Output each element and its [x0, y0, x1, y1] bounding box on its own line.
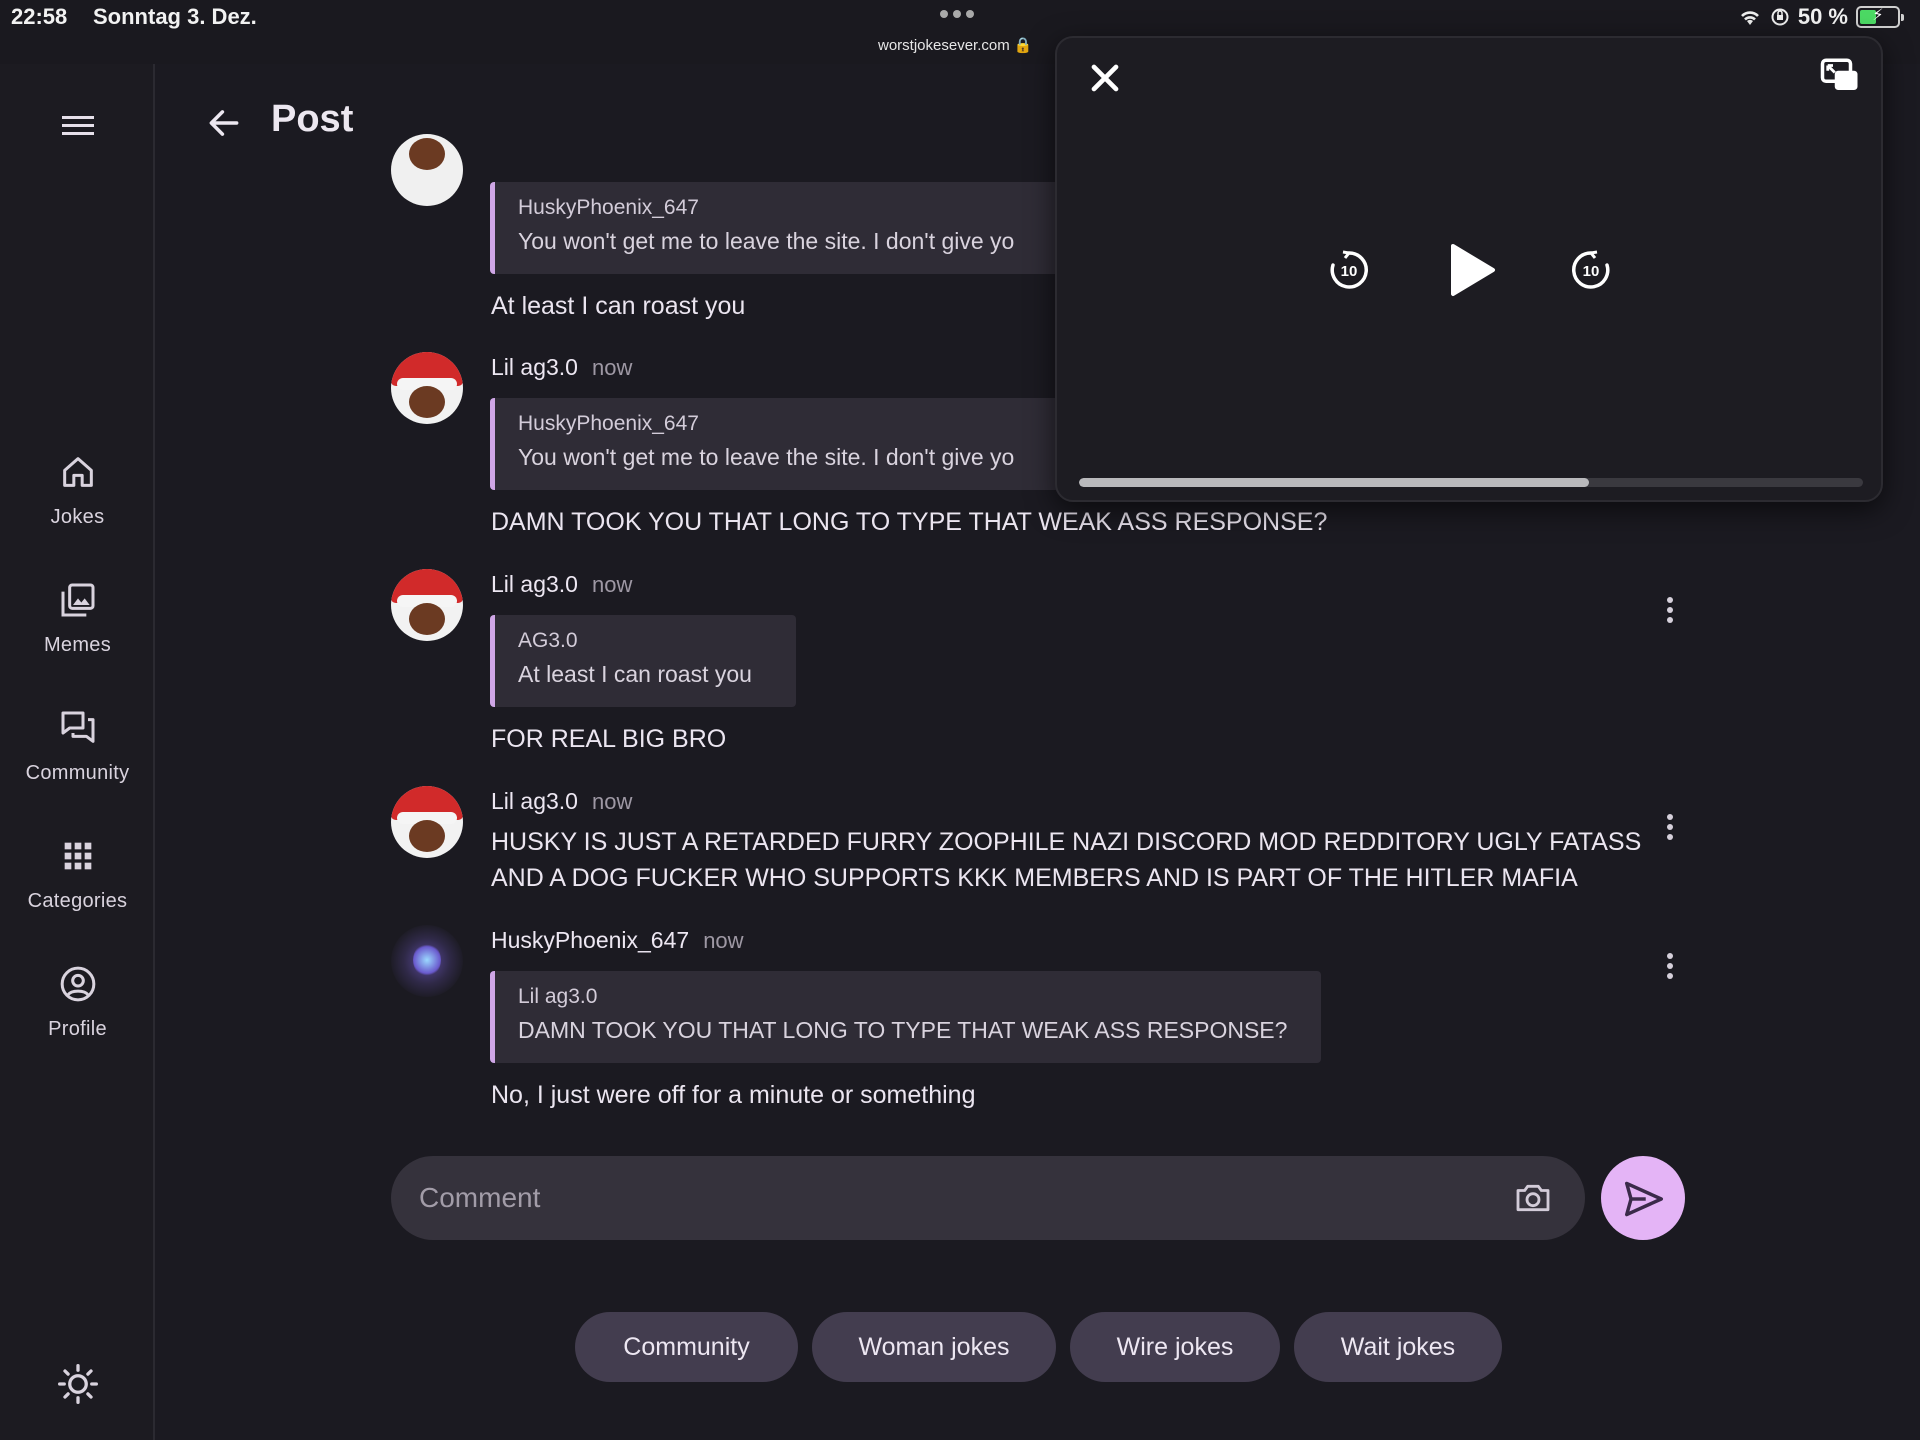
status-indicators: 50 % ⚡ — [1738, 4, 1904, 30]
battery-icon: ⚡ — [1856, 6, 1904, 28]
quoted-comment[interactable]: HuskyPhoenix_647 You won't get me to lea… — [490, 182, 1060, 274]
page-header: Post — [155, 64, 1055, 180]
chip-community[interactable]: Community — [575, 1312, 798, 1382]
quote-text: You won't get me to leave the site. I do… — [518, 444, 1015, 470]
chat-bubbles-icon — [61, 711, 94, 743]
avatar[interactable] — [391, 569, 463, 641]
comment-input[interactable] — [419, 1176, 1479, 1220]
back-arrow-icon[interactable] — [205, 104, 243, 142]
video-progress-bar[interactable] — [1079, 478, 1863, 487]
play-icon — [1451, 244, 1495, 296]
send-button[interactable] — [1601, 1156, 1685, 1240]
comment-time: now — [591, 572, 633, 597]
quote-text: At least I can roast you — [518, 661, 752, 687]
quoted-comment[interactable]: AG3.0 At least I can roast you — [490, 615, 796, 707]
exit-pip-icon[interactable] — [1819, 56, 1861, 96]
sidebar-item-memes[interactable]: Memes — [0, 580, 155, 657]
sidebar-item-categories[interactable]: Categories — [0, 836, 155, 913]
hamburger-menu-icon[interactable] — [56, 108, 100, 144]
comment-author[interactable]: Lil ag3.0 now — [491, 571, 632, 598]
comment-author[interactable]: Lil ag3.0 now — [491, 354, 632, 381]
quote-author: AG3.0 — [518, 629, 578, 652]
comment-text: DAMN TOOK YOU THAT LONG TO TYPE THAT WEA… — [491, 508, 1328, 536]
status-time: 22:58 — [11, 4, 68, 29]
quote-author: HuskyPhoenix_647 — [518, 196, 699, 219]
avatar[interactable] — [391, 925, 463, 997]
quote-author: Lil ag3.0 — [518, 985, 598, 1008]
sidebar-item-label: Memes — [43, 634, 112, 656]
site-url[interactable]: worstjokesever.com 🔒 — [878, 36, 1033, 54]
comment-time: now — [703, 928, 744, 953]
comment-time: now — [591, 355, 633, 380]
image-gallery-icon — [61, 583, 95, 617]
comment-text: FOR REAL BIG BRO — [491, 725, 727, 753]
wifi-icon — [1740, 11, 1759, 25]
svg-text:10: 10 — [1341, 263, 1358, 280]
comment-author[interactable]: Lil ag3.0 now — [491, 788, 632, 815]
camera-icon[interactable] — [1513, 1178, 1553, 1218]
close-icon[interactable] — [1083, 56, 1127, 100]
avatar[interactable] — [391, 352, 463, 424]
orientation-lock-icon — [1771, 8, 1789, 26]
lock-icon: 🔒 — [1013, 37, 1033, 54]
sidebar-item-label: Jokes — [50, 506, 105, 528]
rewind-10-icon: 10 — [1330, 250, 1368, 289]
page-title: Post — [271, 98, 354, 140]
avatar[interactable] — [391, 134, 463, 206]
sidebar-item-jokes[interactable]: Jokes — [0, 452, 155, 529]
grid-icon — [64, 842, 91, 870]
video-progress-played — [1079, 478, 1589, 487]
forward-10-icon: 10 — [1572, 250, 1610, 289]
comment-text-line: HUSKY IS JUST A RETARDED FURRY ZOOPHILE … — [491, 828, 1642, 856]
comment-more-options-icon[interactable] — [1665, 597, 1675, 627]
forward-10-button[interactable]: 10 — [1569, 248, 1613, 297]
chip-wire-jokes[interactable]: Wire jokes — [1070, 1312, 1280, 1382]
avatar[interactable] — [391, 786, 463, 858]
status-date: Sonntag 3. Dez. — [93, 4, 257, 29]
sidebar-item-label: Profile — [48, 1018, 107, 1040]
sidebar-item-profile[interactable]: Profile — [0, 964, 155, 1041]
quoted-comment[interactable]: Lil ag3.0 DAMN TOOK YOU THAT LONG TO TYP… — [490, 971, 1321, 1063]
quote-text: You won't get me to leave the site. I do… — [518, 228, 1015, 254]
comment-time: now — [591, 789, 633, 814]
chip-woman-jokes[interactable]: Woman jokes — [812, 1312, 1056, 1382]
battery-percent: 50 % — [1797, 4, 1848, 29]
rewind-10-button[interactable]: 10 — [1327, 248, 1371, 297]
comment-more-options-icon[interactable] — [1665, 953, 1675, 983]
play-button[interactable] — [1445, 242, 1499, 303]
comment-author[interactable]: HuskyPhoenix_647 now — [491, 927, 744, 954]
home-icon — [62, 457, 93, 487]
quote-text: DAMN TOOK YOU THAT LONG TO TYPE THAT WEA… — [518, 1017, 1288, 1043]
sidebar-item-label: Community — [25, 762, 130, 784]
quote-author: HuskyPhoenix_647 — [518, 412, 699, 435]
svg-text:10: 10 — [1583, 263, 1600, 280]
sidebar-item-label: Categories — [27, 890, 128, 912]
comment-text: At least I can roast you — [491, 292, 746, 320]
comment-more-options-icon[interactable] — [1665, 814, 1675, 844]
account-circle-icon — [60, 966, 95, 1002]
quoted-comment[interactable]: HuskyPhoenix_647 You won't get me to lea… — [490, 398, 1060, 490]
theme-toggle-sun-icon[interactable] — [56, 1362, 100, 1406]
send-icon — [1625, 1181, 1663, 1217]
comment-input-container[interactable] — [391, 1156, 1585, 1240]
comment-text-line: AND A DOG FUCKER WHO SUPPORTS KKK MEMBER… — [491, 864, 1578, 892]
sidebar-item-community[interactable]: Community — [0, 708, 155, 785]
comment-text: No, I just were off for a minute or some… — [491, 1081, 976, 1109]
sidebar: Jokes Memes Community Categories Profile — [0, 64, 155, 1440]
pip-video-player[interactable]: 10 10 — [1055, 36, 1883, 502]
chip-wait-jokes[interactable]: Wait jokes — [1294, 1312, 1502, 1382]
multitasking-dots-icon[interactable] — [940, 10, 974, 18]
